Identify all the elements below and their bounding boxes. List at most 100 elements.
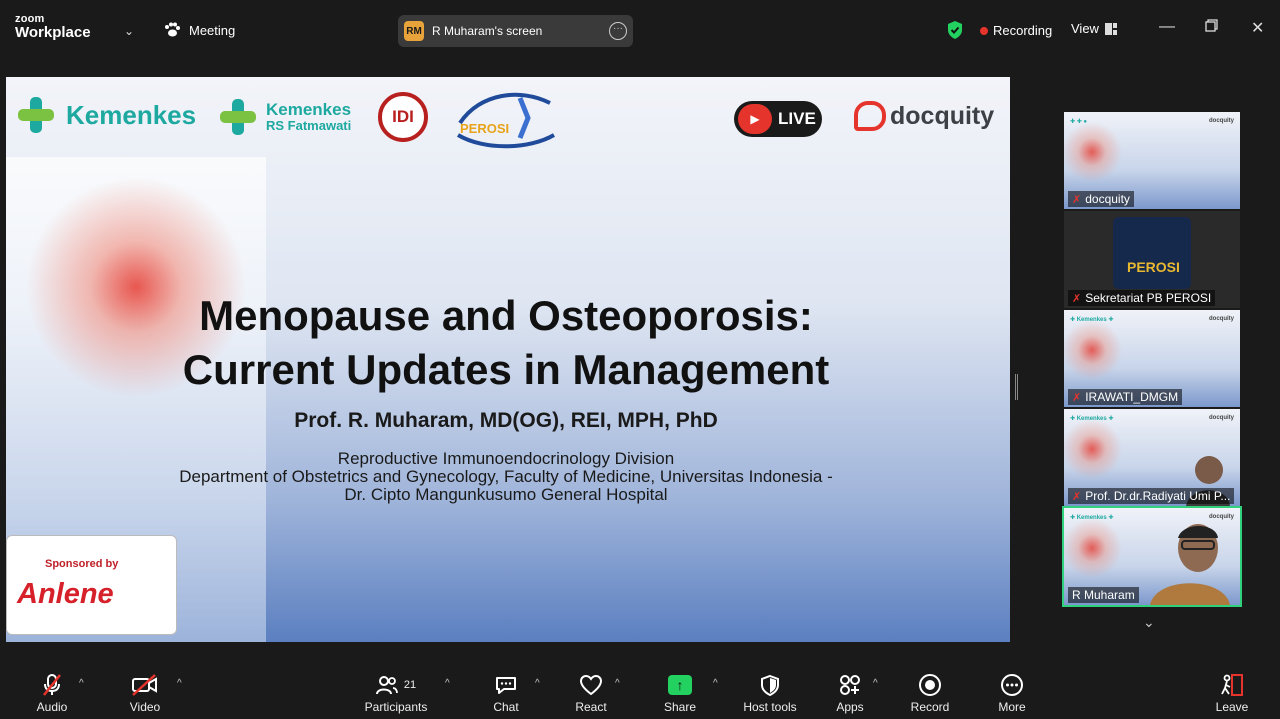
affiliation-line2: Department of Obstetrics and Gynecology,… (179, 467, 833, 486)
participant-name: ✗ Sekretariat PB PEROSI (1068, 290, 1216, 306)
mic-muted-icon (43, 674, 61, 696)
participants-button[interactable]: 21 Participants (361, 672, 431, 714)
affiliation-line1: Reproductive Immunoendocrinology Divisio… (337, 449, 675, 468)
react-label: React (575, 700, 607, 714)
more-options-icon[interactable]: ··· (609, 22, 627, 40)
slide-title-line1: Menopause and Osteoporosis: (199, 292, 813, 339)
chevron-down-icon[interactable]: ⌄ (124, 24, 134, 38)
meeting-menu[interactable]: Meeting (163, 22, 235, 38)
share-arrow-icon: ↑ (668, 675, 692, 695)
participant-name: R Muharam (1068, 587, 1139, 603)
video-off-icon (132, 674, 157, 696)
perosi-logo: PEROSI (456, 92, 556, 149)
participant-tile[interactable]: ✚ Kemenkes ✚ docquity ✗ Prof. Dr.dr.Radiya… (1064, 409, 1240, 506)
panel-resize-handle[interactable] (1015, 374, 1018, 400)
share-options-caret[interactable]: ^ (713, 678, 718, 689)
slide-title-line2: Current Updates in Management (182, 346, 830, 393)
top-bar: zoom Workplace ⌄ Meeting RM R Muharam's … (0, 0, 1280, 62)
affiliation-line3: Dr. Cipto Mangunkusumo General Hospital (344, 485, 668, 504)
more-label: More (998, 700, 1026, 714)
docquity-mark-icon (854, 101, 886, 131)
paw-icon (165, 22, 180, 37)
host-tools-label: Host tools (743, 700, 797, 714)
leave-icon (1221, 674, 1243, 696)
meeting-toolbar: Audio ^ Video ^ 21 Participants ^ Chat ^… (0, 662, 1280, 719)
participant-tile[interactable]: PEROSI ✗ Sekretariat PB PEROSI (1064, 211, 1240, 308)
security-shield-icon[interactable] (946, 20, 964, 40)
slide-affiliation: Reproductive Immunoendocrinology Divisio… (106, 450, 906, 504)
recording-indicator[interactable]: Recording (980, 23, 1052, 38)
scroll-down-chevron-icon[interactable]: ⌄ (1143, 614, 1155, 631)
apps-label: Apps (836, 700, 864, 714)
participant-tile[interactable]: ✚ Kemenkes ✚ docquity ✗ IRAWATI_DMGM (1064, 310, 1240, 407)
recording-dot-icon (980, 26, 988, 35)
participants-icon (375, 676, 398, 695)
audio-options-caret[interactable]: ^ (79, 678, 84, 689)
docquity-logo: docquity (854, 101, 994, 131)
video-options-caret[interactable]: ^ (177, 678, 182, 689)
participant-name-text: R Muharam (1072, 588, 1135, 602)
kemenkes-cross-icon (18, 97, 54, 133)
more-icon (1001, 674, 1023, 696)
live-camera-icon: ▶ (738, 104, 772, 134)
host-tools-button[interactable]: Host tools (738, 672, 802, 714)
participant-tile-active-speaker[interactable]: ✚ Kemenkes ✚ docquity R Muharam (1062, 506, 1242, 607)
apps-options-caret[interactable]: ^ (873, 678, 878, 689)
kemenkes-text: Kemenkes (66, 99, 197, 130)
audio-label: Audio (36, 700, 68, 714)
shared-slide: Kemenkes Kemenkes RS Fatmawati IDI PEROS… (6, 77, 1010, 642)
participants-options-caret[interactable]: ^ (445, 678, 450, 689)
kemenkes2-line2: RS Fatmawati (266, 117, 352, 133)
leave-button[interactable]: Leave (1214, 672, 1250, 714)
react-options-caret[interactable]: ^ (615, 678, 620, 689)
presenter-avatar: RM (404, 21, 424, 41)
docquity-text: docquity (890, 101, 995, 130)
idi-logo: IDI (378, 92, 428, 142)
kemenkes2-line1: Kemenkes (266, 99, 352, 119)
chat-label: Chat (493, 700, 519, 714)
kemenkes-logo: Kemenkes (16, 95, 196, 135)
mic-muted-icon: ✗ (1072, 193, 1082, 206)
close-icon[interactable]: ✕ (1251, 18, 1264, 38)
video-button[interactable]: Video (123, 672, 167, 714)
svg-text:PEROSI: PEROSI (460, 121, 509, 136)
view-label: View (1071, 21, 1099, 36)
logo-line2: Workplace (15, 24, 91, 41)
share-button[interactable]: ↑ Share (660, 672, 700, 714)
meeting-label: Meeting (189, 22, 236, 38)
slide-title: Menopause and Osteoporosis: Current Upda… (136, 289, 876, 397)
perosi-avatar: PEROSI (1113, 217, 1191, 289)
apps-icon (840, 675, 860, 695)
screen-share-indicator[interactable]: RM R Muharam's screen ··· (398, 15, 633, 47)
sponsor-label: Sponsored by (45, 558, 119, 570)
slide-logo-bar: Kemenkes Kemenkes RS Fatmawati IDI PEROS… (6, 77, 1010, 157)
kemenkes-fatmawati-logo: Kemenkes RS Fatmawati (218, 97, 351, 137)
chat-button[interactable]: Chat (488, 672, 524, 714)
sponsor-brand: Anlene (17, 578, 114, 610)
chat-icon (496, 677, 516, 694)
participant-name-text: Prof. Dr.dr.Radiyati Umi P... (1085, 489, 1231, 503)
chat-options-caret[interactable]: ^ (535, 678, 540, 689)
screen-share-title: R Muharam's screen (432, 24, 543, 38)
live-badge: ▶ LIVE (734, 101, 822, 137)
participant-tile[interactable]: ✚ ✚ ● docquity ✗ docquity (1064, 112, 1240, 209)
restore-icon[interactable] (1205, 19, 1218, 37)
mic-muted-icon: ✗ (1072, 292, 1082, 305)
slide-author: Prof. R. Muharam, MD(OG), REI, MPH, PhD (294, 409, 718, 432)
view-button[interactable]: View (1071, 21, 1117, 36)
zoom-logo: zoom Workplace (15, 14, 91, 41)
participant-name: ✗ docquity (1068, 191, 1134, 207)
apps-button[interactable]: Apps (832, 672, 868, 714)
sponsor-card: Sponsored by Anlene (6, 535, 177, 635)
record-button[interactable]: Record (908, 672, 952, 714)
participant-name: ✗ Prof. Dr.dr.Radiyati Umi P... (1068, 488, 1235, 504)
minimize-icon[interactable]: — (1159, 18, 1175, 36)
mic-muted-icon: ✗ (1072, 490, 1082, 503)
react-button[interactable]: React (573, 672, 609, 714)
audio-button[interactable]: Audio (30, 672, 74, 714)
participants-count: 21 (403, 679, 417, 691)
video-label: Video (129, 700, 161, 714)
more-button[interactable]: More (994, 672, 1030, 714)
share-label: Share (663, 700, 697, 714)
view-grid-icon (1104, 22, 1117, 35)
